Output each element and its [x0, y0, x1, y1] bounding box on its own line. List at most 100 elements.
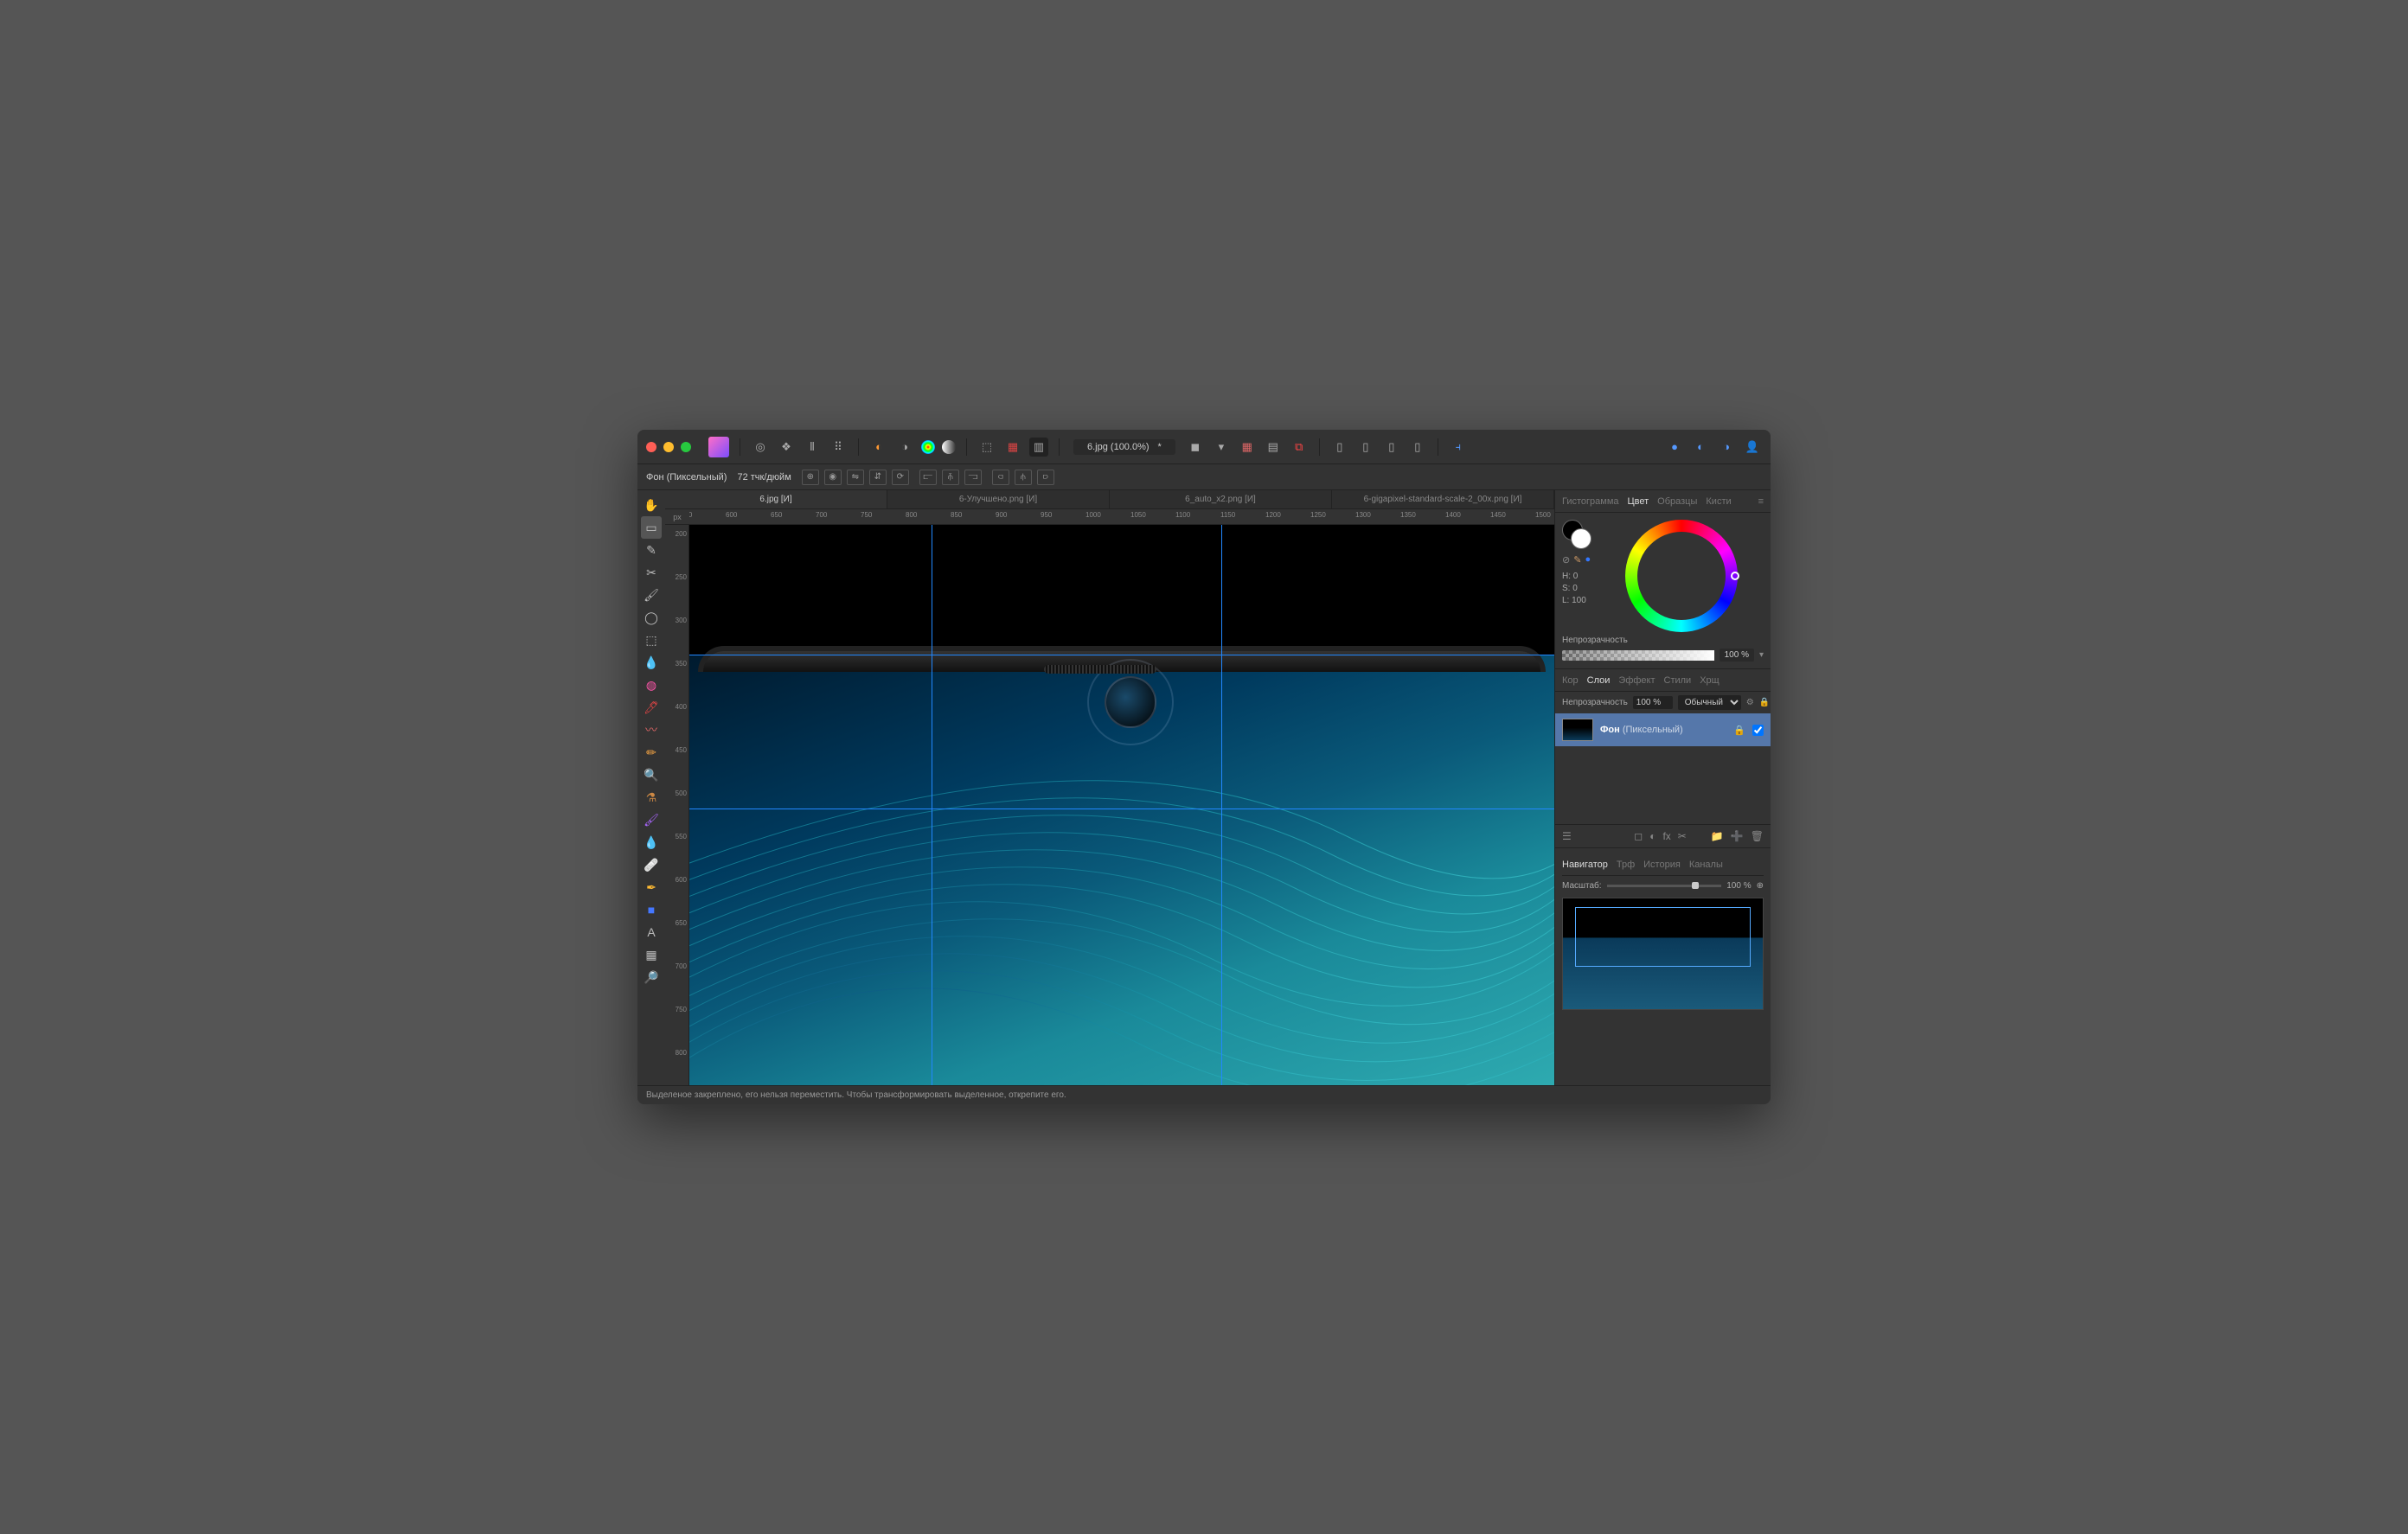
crop-tool-icon[interactable]: ✂ — [641, 561, 662, 584]
crop-layer-icon[interactable]: ✂ — [1678, 830, 1687, 842]
grid-icon[interactable]: ▦ — [1238, 438, 1257, 457]
align-top-icon[interactable]: ⫏ — [992, 470, 1009, 485]
tab-brushes[interactable]: Кисти — [1706, 496, 1731, 507]
zoom-value[interactable]: 100 % — [1726, 881, 1751, 891]
color-swatches[interactable] — [1562, 520, 1591, 549]
doc-tab[interactable]: 6.jpg [И] — [665, 490, 887, 508]
brush-tool-icon[interactable]: 🖌 — [641, 584, 662, 606]
color-wheel[interactable] — [1625, 520, 1738, 632]
pencil-icon[interactable]: ✏ — [641, 741, 662, 764]
none-swatch-icon[interactable]: ⊘ — [1562, 554, 1570, 566]
chevron-down-icon[interactable]: ▾ — [1759, 650, 1764, 660]
arrange-front-icon[interactable]: ▯ — [1408, 438, 1427, 457]
lock-icon[interactable]: 🔒 — [1733, 725, 1745, 736]
mask-icon[interactable]: ◻ — [1634, 830, 1643, 842]
tab-channels[interactable]: Каналы — [1689, 860, 1723, 870]
tab-histogram[interactable]: Гистограмма — [1562, 496, 1619, 507]
arrange-backward-icon[interactable]: ▯ — [1356, 438, 1375, 457]
opacity-value[interactable]: 100 % — [1720, 649, 1754, 662]
smudge-icon[interactable]: 〰 — [641, 719, 662, 741]
selection-brush-icon[interactable]: ◯ — [641, 606, 662, 629]
tab-navigator[interactable]: Навигатор — [1562, 860, 1608, 870]
doc-tab[interactable]: 6_auto_x2.png [И] — [1110, 490, 1332, 508]
move-tool-icon[interactable]: ▭ — [641, 516, 662, 539]
gradient-icon[interactable] — [942, 440, 956, 454]
hue-handle[interactable] — [1731, 572, 1739, 580]
tab-color[interactable]: Цвет — [1628, 496, 1649, 507]
secondary-swatch[interactable] — [1571, 528, 1591, 549]
guides-icon[interactable]: ▤ — [1264, 438, 1283, 457]
selection-icon[interactable]: ⬚ — [977, 438, 996, 457]
opacity-slider[interactable] — [1562, 650, 1714, 661]
hand-tool-icon[interactable]: ✋ — [641, 494, 662, 516]
persona-export-icon[interactable]: ⠿ — [829, 438, 848, 457]
tab-styles[interactable]: Стили — [1664, 675, 1692, 686]
tab-transform[interactable]: Трф — [1617, 860, 1635, 870]
swatch-button[interactable]: ◼ — [1186, 438, 1205, 457]
boolean-add-icon[interactable]: ● — [1665, 438, 1684, 457]
quick-mask-icon[interactable]: ▦ — [1003, 438, 1022, 457]
align-left-icon[interactable]: ⫍ — [919, 470, 937, 485]
rotate-icon[interactable]: ⟳ — [892, 470, 909, 485]
tab-swatches[interactable]: Образцы — [1657, 496, 1697, 507]
eyedropper-icon[interactable]: ✎ — [1573, 554, 1581, 566]
align-bottom-icon[interactable]: ⫐ — [1037, 470, 1054, 485]
text-tool-icon[interactable]: A — [641, 921, 662, 943]
eye-icon[interactable]: ◉ — [824, 470, 842, 485]
doc-tab[interactable]: 6-gigapixel-standard-scale-2_00x.png [И] — [1332, 490, 1554, 508]
shape-tool-icon[interactable]: ■ — [641, 898, 662, 921]
trash-icon[interactable]: 🗑 — [1751, 830, 1764, 842]
boolean-subtract-icon[interactable]: ◐ — [1691, 438, 1710, 457]
viewport-rect[interactable] — [1575, 907, 1751, 967]
arrange-forward-icon[interactable]: ▯ — [1382, 438, 1401, 457]
adjustment-icon[interactable]: ◐ — [1649, 830, 1656, 842]
guide[interactable] — [1221, 525, 1222, 1085]
flip-v-icon[interactable]: ⇵ — [869, 470, 887, 485]
close-icon[interactable] — [646, 442, 656, 452]
heal-icon[interactable]: 🩹 — [641, 853, 662, 876]
gradient-tool-icon[interactable]: ◍ — [641, 674, 662, 696]
horizontal-ruler[interactable]: px 5506006507007508008509009501000105011… — [665, 509, 1554, 525]
blur-icon[interactable]: 💧 — [641, 831, 662, 853]
layer-visible-checkbox[interactable] — [1752, 725, 1764, 736]
vertical-ruler[interactable]: 2002503003504004505005506006507007508008… — [665, 525, 689, 1085]
layers-icon[interactable]: ☰ — [1562, 830, 1572, 842]
mesh-icon[interactable]: ▦ — [641, 943, 662, 966]
adjustment-icon[interactable]: ◐ — [869, 438, 888, 457]
paint-brush-icon[interactable]: 🖊 — [641, 696, 662, 719]
tab-layers[interactable]: Слои — [1587, 675, 1611, 686]
zoom-tool-icon[interactable]: 🔎 — [641, 966, 662, 988]
tab-history[interactable]: История — [1643, 860, 1681, 870]
refine-icon[interactable]: ▥ — [1029, 438, 1048, 457]
contrast-icon[interactable]: ◑ — [895, 438, 914, 457]
fx-icon[interactable]: fx — [1662, 830, 1670, 842]
minimize-icon[interactable] — [663, 442, 674, 452]
magnify-icon[interactable]: 🔍 — [641, 764, 662, 786]
tab-effects[interactable]: Эффект — [1618, 675, 1655, 686]
persona-tone-icon[interactable]: ⦀ — [803, 438, 822, 457]
navigator-preview[interactable] — [1562, 898, 1764, 1010]
clone-icon[interactable]: ⚗ — [641, 786, 662, 809]
marquee-icon[interactable]: ⬚ — [641, 629, 662, 651]
tab-adjustments[interactable]: Кор — [1562, 675, 1579, 686]
lock-icon[interactable]: 🔒 — [1759, 698, 1770, 707]
color-picker-icon[interactable]: ✎ — [641, 539, 662, 561]
add-layer-icon[interactable]: ➕ — [1731, 830, 1744, 842]
arrange-back-icon[interactable]: ▯ — [1330, 438, 1349, 457]
mixer-icon[interactable]: 🖌 — [641, 809, 662, 831]
doc-tab[interactable]: 6-Улучшено.png [И] — [887, 490, 1110, 508]
align-center-icon[interactable]: ⫚ — [942, 470, 959, 485]
flood-fill-icon[interactable]: 💧 — [641, 651, 662, 674]
folder-icon[interactable]: 📁 — [1711, 830, 1724, 842]
blend-mode-select[interactable]: Обычный — [1678, 695, 1741, 710]
zoom-icon[interactable] — [681, 442, 691, 452]
zoom-slider[interactable] — [1607, 885, 1722, 887]
align-middle-icon[interactable]: ⫛ — [1015, 470, 1032, 485]
gear-icon[interactable]: ⚙ — [1746, 698, 1754, 707]
document-title[interactable]: 6.jpg (100.0%) * — [1073, 439, 1175, 455]
persona-liquify-icon[interactable]: ◎ — [751, 438, 770, 457]
panel-menu-icon[interactable]: ≡ — [1758, 496, 1764, 507]
tab-stock[interactable]: Хрщ — [1700, 675, 1720, 686]
persona-develop-icon[interactable]: ❖ — [777, 438, 796, 457]
zoom-in-icon[interactable]: ⊕ — [1757, 881, 1764, 891]
